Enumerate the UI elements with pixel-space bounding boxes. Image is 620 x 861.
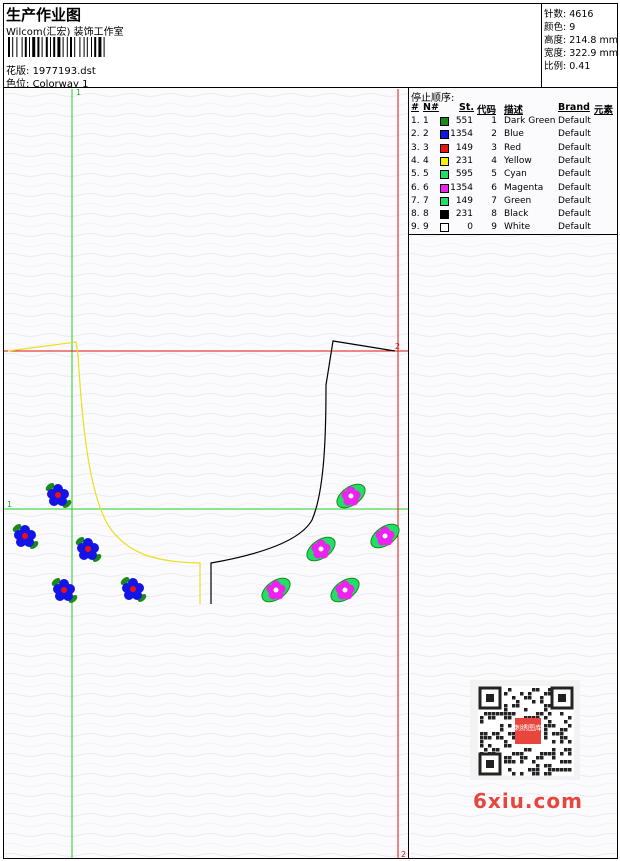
watermark-logo: 6xiu.com: [473, 789, 583, 813]
guide-h1-label: 1: [7, 500, 12, 509]
fabric-texture: [4, 88, 408, 858]
qr-badge-text: 刺绣图库: [514, 723, 542, 732]
guide-h2-label: 2: [395, 342, 400, 351]
guide-v1-label: 1: [76, 88, 81, 97]
qr-code: 刺绣图库: [470, 680, 580, 780]
embroidery-artwork: 1 1 2 2 刺绣图库: [4, 88, 617, 859]
guide-v2-label: 2: [401, 850, 406, 859]
